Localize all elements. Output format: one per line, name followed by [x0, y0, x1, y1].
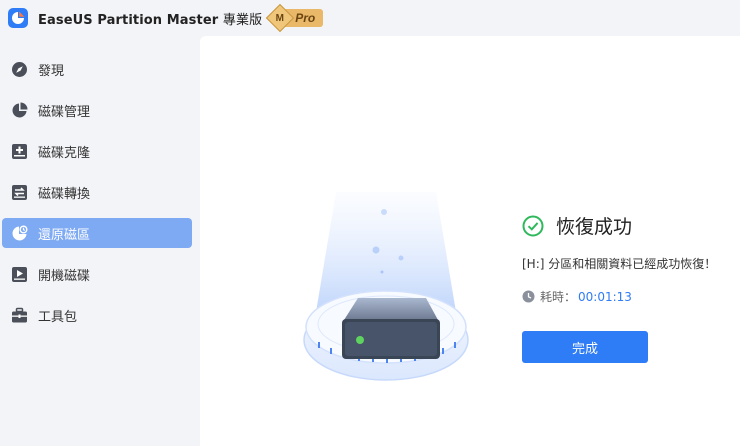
sidebar-item-label: 磁碟轉換	[38, 186, 91, 202]
app-title: EaseUS Partition Master 專業版	[38, 9, 262, 28]
sidebar-item-partition-recovery[interactable]: 還原磁區	[2, 218, 192, 248]
result-description: [H:] 分區和相關資料已經成功恢復！	[522, 257, 717, 271]
easeus-logo-icon	[8, 8, 28, 28]
compass-icon	[10, 60, 28, 78]
result-header: 恢復成功	[522, 212, 736, 239]
sidebar-item-label: 磁碟克隆	[38, 145, 91, 161]
sidebar-item-bootable-media[interactable]: 開機磁碟	[2, 259, 192, 289]
disk-plus-icon	[10, 142, 28, 160]
disk-restore-illustration	[303, 192, 469, 381]
sidebar-item-label: 開機磁碟	[38, 268, 91, 284]
app-name: EaseUS Partition Master	[38, 12, 219, 28]
bootable-disk-icon	[10, 265, 28, 283]
sidebar-item-toolkit[interactable]: 工具包	[2, 300, 192, 330]
finish-button[interactable]: 完成	[522, 331, 648, 363]
sidebar-item-label: 工具包	[38, 309, 78, 325]
clock-icon	[522, 290, 535, 303]
result-title: 恢復成功	[556, 216, 633, 238]
elapsed-time: 耗時： 00:01:13	[522, 288, 736, 305]
badge-letter: M	[276, 12, 285, 24]
sidebar-item-disk-convert[interactable]: 磁碟轉換	[2, 177, 192, 207]
title-bar: EaseUS Partition Master 專業版 M Pro	[0, 0, 740, 36]
sidebar-item-label: 發現	[38, 63, 65, 79]
elapsed-label: 耗時：	[540, 290, 577, 304]
partition-recover-icon	[10, 224, 28, 242]
recovery-result: 恢復成功 [H:] 分區和相關資料已經成功恢復！ 耗時： 00:01:13 完成	[522, 212, 736, 363]
elapsed-value: 00:01:13	[578, 289, 632, 304]
sidebar: 發現 磁碟管理 磁碟克隆 磁碟轉換 還原磁區 開機磁碟 工具包	[0, 36, 198, 446]
disk-convert-icon	[10, 183, 28, 201]
sidebar-item-disk-clone[interactable]: 磁碟克隆	[2, 136, 192, 166]
app-edition: 專業版	[222, 12, 263, 28]
success-check-icon	[522, 215, 544, 236]
main-panel: 恢復成功 [H:] 分區和相關資料已經成功恢復！ 耗時： 00:01:13 完成	[200, 36, 740, 446]
pie-chart-icon	[10, 101, 28, 119]
sidebar-item-discover[interactable]: 發現	[2, 54, 192, 84]
sidebar-item-disk-management[interactable]: 磁碟管理	[2, 95, 192, 125]
pro-badge[interactable]: M Pro	[266, 3, 324, 33]
toolbox-icon	[10, 306, 28, 324]
sidebar-item-label: 還原磁區	[38, 227, 91, 243]
sidebar-item-label: 磁碟管理	[38, 104, 91, 120]
